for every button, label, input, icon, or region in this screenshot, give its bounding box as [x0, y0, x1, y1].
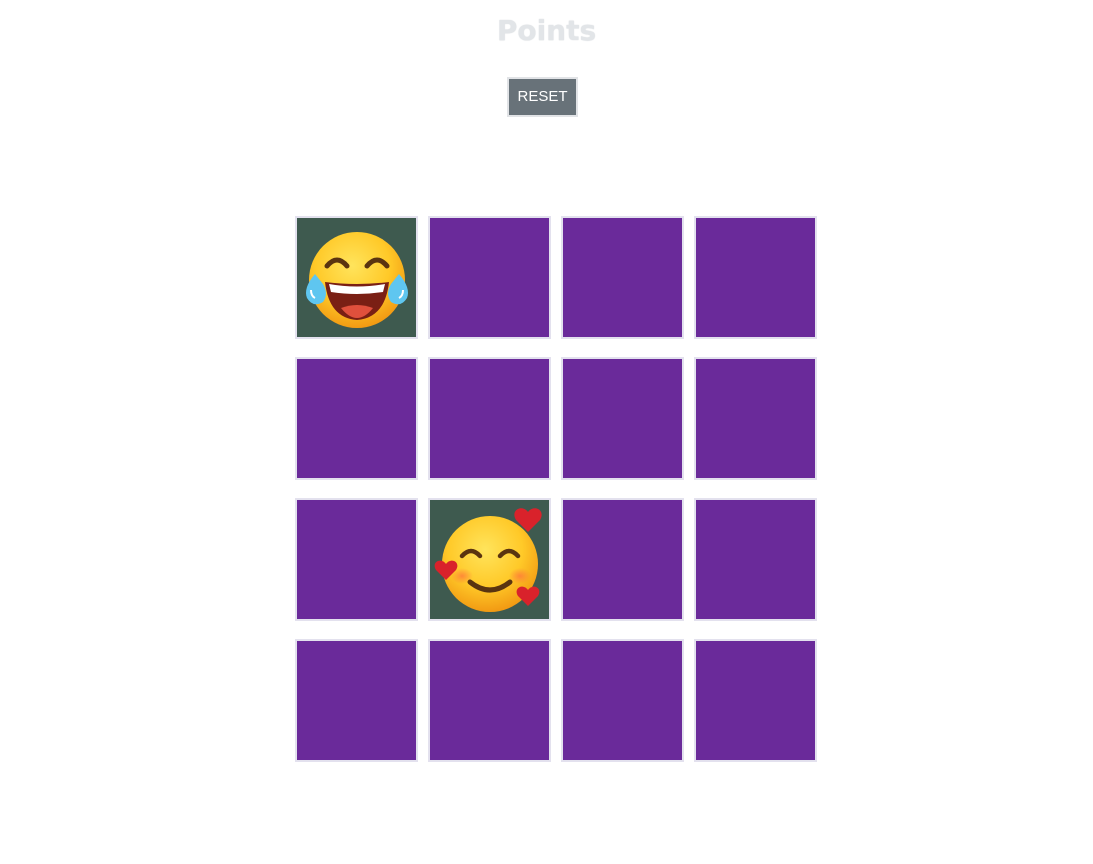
points-label: Points — [496, 14, 597, 47]
card-12[interactable] — [694, 498, 817, 621]
card-9[interactable] — [295, 498, 418, 621]
card-3[interactable] — [561, 216, 684, 339]
card-15[interactable] — [561, 639, 684, 762]
card-4[interactable] — [694, 216, 817, 339]
card-7[interactable] — [561, 357, 684, 480]
card-grid — [295, 216, 817, 763]
card-8[interactable] — [694, 357, 817, 480]
card-14[interactable] — [428, 639, 551, 762]
card-6[interactable] — [428, 357, 551, 480]
card-10[interactable] — [428, 498, 551, 621]
game-page: Points RESET — [0, 0, 1093, 864]
face-with-tears-of-joy-icon — [305, 231, 408, 328]
card-2[interactable] — [428, 216, 551, 339]
smiling-face-with-hearts-icon — [434, 507, 542, 612]
card-16[interactable] — [694, 639, 817, 762]
card-1[interactable] — [295, 216, 418, 339]
card-5[interactable] — [295, 357, 418, 480]
card-11[interactable] — [561, 498, 684, 621]
page-title: Points — [0, 14, 1093, 47]
reset-button[interactable]: RESET — [507, 77, 578, 117]
card-13[interactable] — [295, 639, 418, 762]
